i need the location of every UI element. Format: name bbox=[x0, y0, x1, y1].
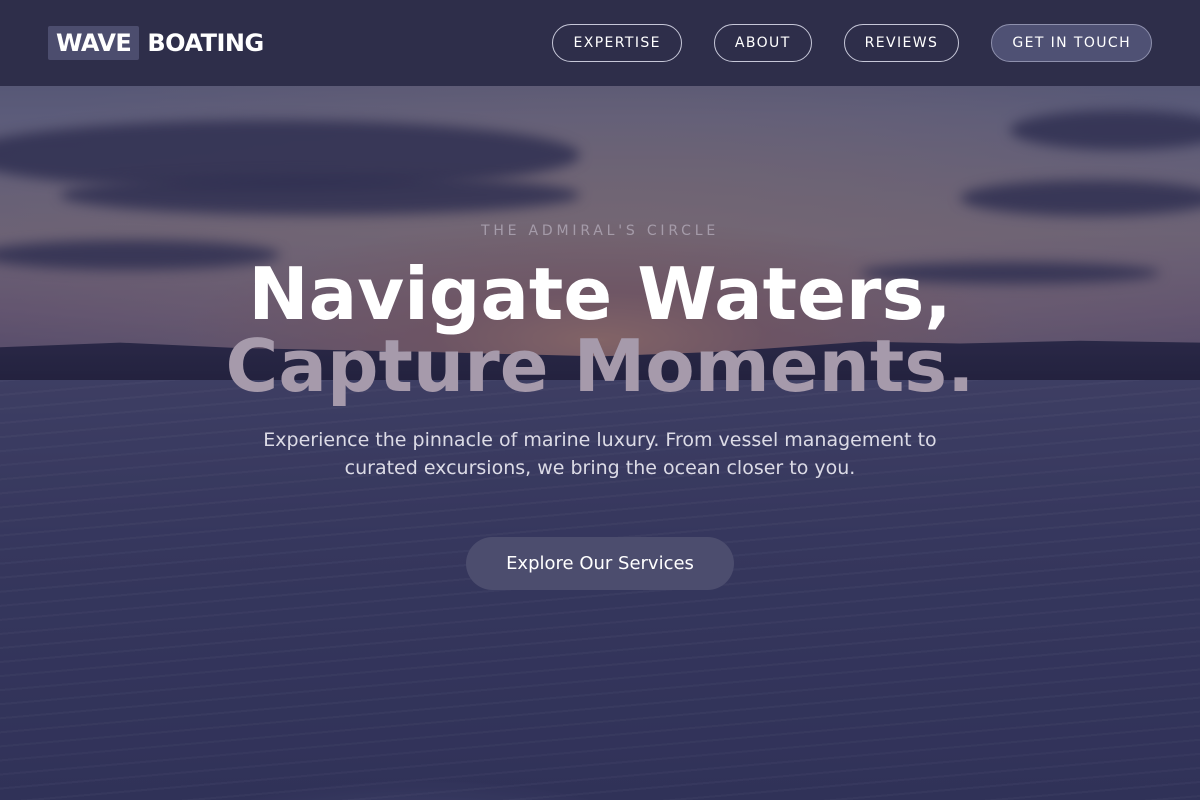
explore-services-button[interactable]: Explore Our Services bbox=[466, 537, 734, 590]
hero-section: THE ADMIRAL'S CIRCLE Navigate Waters, Ca… bbox=[0, 0, 1200, 800]
hero-description: Experience the pinnacle of marine luxury… bbox=[263, 429, 937, 479]
hero-eyebrow: THE ADMIRAL'S CIRCLE bbox=[480, 223, 720, 239]
hero-headline-secondary: Capture Moments. bbox=[225, 324, 975, 408]
